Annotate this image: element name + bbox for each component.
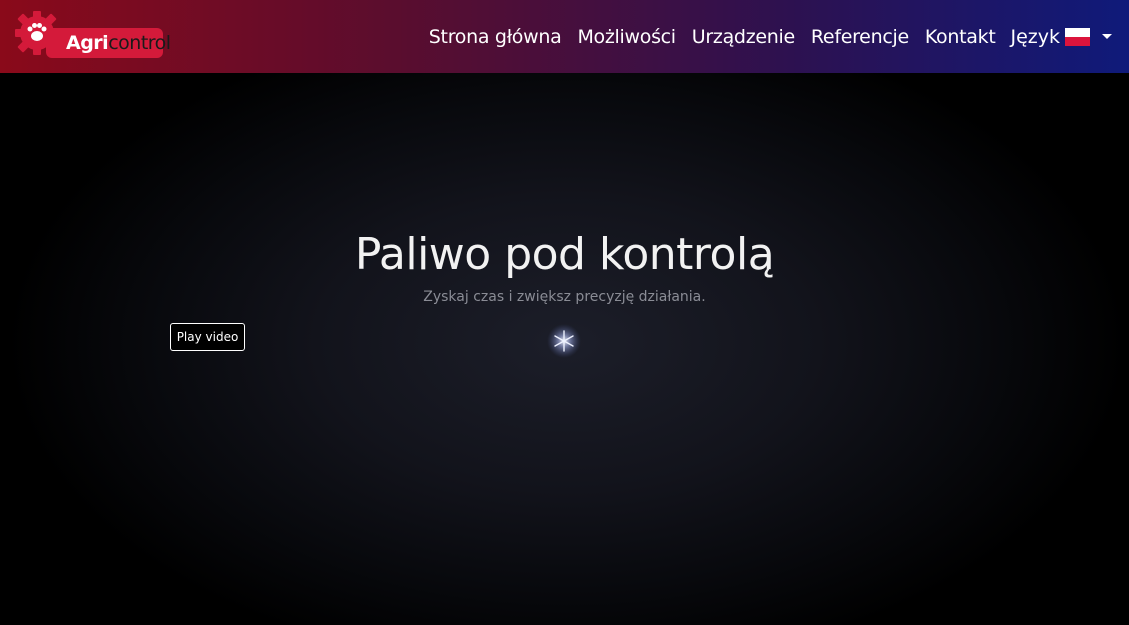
nav-item-references[interactable]: Referencje xyxy=(811,26,909,48)
nav-item-features[interactable]: Możliwości xyxy=(577,26,676,48)
nav-item-contact[interactable]: Kontakt xyxy=(925,26,996,48)
sparkle-icon xyxy=(547,324,581,358)
top-navbar: Agri control Strona główna Możliwości Urz… xyxy=(0,0,1129,73)
logo-control-text: control xyxy=(108,32,171,54)
poland-flag-icon xyxy=(1065,27,1090,46)
logo-wordmark: Agri control xyxy=(46,28,171,58)
language-dropdown[interactable]: Język xyxy=(1010,26,1112,48)
play-video-button[interactable]: Play video xyxy=(170,323,245,351)
hero-title: Paliwo pod kontrolą xyxy=(354,229,775,280)
nav-item-home[interactable]: Strona główna xyxy=(429,26,562,48)
hero-subtitle: Zyskaj czas i zwiększ precyzję działania… xyxy=(423,289,706,305)
language-label: Język xyxy=(1010,25,1060,48)
hero-video-section: Paliwo pod kontrolą Zyskaj czas i zwięks… xyxy=(0,73,1129,625)
chevron-down-icon xyxy=(1102,34,1112,39)
site-logo[interactable]: Agri control xyxy=(14,10,171,60)
main-navigation: Strona główna Możliwości Urządzenie Refe… xyxy=(413,0,1112,73)
logo-agri-text: Agri xyxy=(66,32,109,54)
nav-item-device[interactable]: Urządzenie xyxy=(692,26,795,48)
